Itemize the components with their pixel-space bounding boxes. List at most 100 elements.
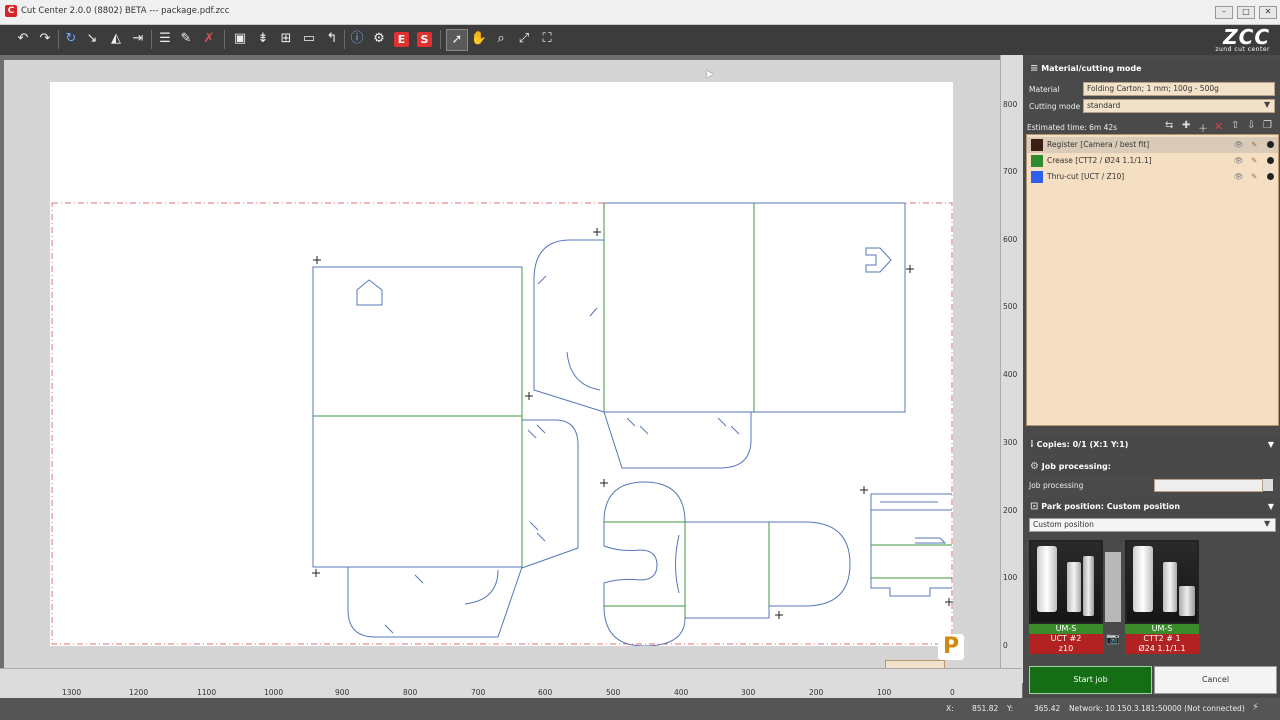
pointer-icon[interactable]: ➚: [446, 29, 468, 51]
minimize-button[interactable]: –: [1215, 6, 1233, 19]
mirror-icon[interactable]: ◭: [106, 29, 126, 49]
h-tick: 800: [403, 688, 418, 697]
h-tick: 400: [674, 688, 689, 697]
undo-icon[interactable]: ↶: [13, 29, 33, 49]
sleeve-piece: [603, 481, 851, 646]
park-position-badge[interactable]: P: [938, 634, 964, 660]
export-e-icon[interactable]: E: [394, 32, 409, 47]
layer-row[interactable]: Register [Camera / best fit] 👁 ✎: [1027, 137, 1278, 153]
park-section-title: Park position: Custom position: [1041, 502, 1181, 511]
job-processing-button[interactable]: [1263, 479, 1273, 491]
toolbar: ↶ ↷ ↻ ↘ ◭ ⇥ ☰ ✎ ✗ ▣ ⇟ ⊞ ▭ ↰ ⓘ ⚙ E S ➚ ✋ …: [0, 25, 1280, 55]
refresh-icon[interactable]: ↻: [61, 29, 81, 49]
side-flap-top: [533, 239, 605, 413]
edit-icon[interactable]: ✎: [176, 29, 196, 49]
layer-name: Register [Camera / best fit]: [1047, 140, 1150, 149]
full-icon[interactable]: ⛶: [537, 29, 557, 49]
tool-image-ctt2: [1127, 542, 1197, 622]
layer-status-dot: [1267, 173, 1274, 180]
pen-icon[interactable]: ✎: [1251, 137, 1257, 153]
layer-color-swatch: [1031, 139, 1043, 151]
move-up-icon[interactable]: ⇧: [1231, 120, 1239, 131]
export-s-icon[interactable]: S: [417, 32, 432, 47]
h-tick: 1200: [129, 688, 149, 697]
v-tick: 600: [1003, 235, 1018, 244]
layer-row[interactable]: Crease [CTT2 / Ø24 1.1/1.1] 👁 ✎: [1027, 153, 1278, 169]
mouse-cursor-icon: ➤: [704, 67, 715, 81]
material-section-header[interactable]: ≡ Material/cutting mode: [1026, 60, 1280, 78]
flap-curve: [464, 569, 499, 605]
chevron-down-icon[interactable]: ▼: [1264, 100, 1270, 109]
v-tick: 0: [1003, 641, 1008, 650]
gear-icon: ⚙: [1030, 461, 1039, 472]
layer-list: Register [Camera / best fit] 👁 ✎ Crease …: [1026, 134, 1279, 426]
material-sheet: [50, 82, 953, 646]
cancel-button[interactable]: Cancel: [1154, 666, 1277, 694]
network-status: Network: 10.150.3.181:50000 (Not connect…: [1069, 704, 1245, 713]
toolbar-separator: [58, 30, 59, 49]
bottom-flap-right: [603, 411, 752, 469]
brand-subtitle: zund cut center: [1215, 46, 1270, 53]
job-processing-header[interactable]: ⚙ Job processing:: [1026, 458, 1280, 476]
layer-row[interactable]: Thru-cut [UCT / Z10] 👁 ✎: [1027, 169, 1278, 185]
remove-layer-icon[interactable]: ✕: [1214, 120, 1223, 133]
camera-icon[interactable]: 📷: [1106, 632, 1120, 645]
tab-cutout: [865, 247, 892, 273]
park-position-select[interactable]: Custom position: [1029, 518, 1276, 532]
tool-line1: CTT2 # 1: [1143, 634, 1181, 643]
close-button[interactable]: ✕: [1259, 6, 1277, 19]
material-select[interactable]: Folding Carton; 1 mm; 100g - 500g: [1083, 82, 1275, 96]
eye-icon[interactable]: 👁: [1234, 137, 1244, 153]
layers-icon[interactable]: ⇟: [253, 29, 273, 49]
status-bar: X: 851.82 Y: 365.42 Network: 10.150.3.18…: [0, 698, 1280, 720]
move-down-icon[interactable]: ⇩: [1247, 120, 1255, 131]
chevron-down-icon[interactable]: ▼: [1264, 519, 1270, 528]
path-icon[interactable]: ↰: [322, 29, 342, 49]
fit-icon[interactable]: ⤢: [514, 29, 534, 49]
pen-icon[interactable]: ✎: [1251, 153, 1257, 169]
layer-name: Thru-cut [UCT / Z10]: [1047, 172, 1125, 181]
horizontal-ruler: 1300 1200 1100 1000 900 800 700 600 500 …: [0, 668, 1022, 699]
pen-icon[interactable]: ✎: [1251, 169, 1257, 185]
job-processing-label: Job processing: [1029, 481, 1084, 490]
h-tick: 1000: [264, 688, 284, 697]
layer-status-dot: [1267, 141, 1274, 148]
eye-icon[interactable]: 👁: [1234, 169, 1244, 185]
x-coordinate: 851.82: [972, 704, 999, 713]
maximize-button[interactable]: □: [1237, 6, 1255, 19]
split-icon[interactable]: ⊞: [276, 29, 296, 49]
settings-icon[interactable]: ⚙: [369, 29, 389, 49]
arrow-icon[interactable]: ↘: [82, 29, 102, 49]
new-layer-icon[interactable]: ＋: [1198, 120, 1208, 135]
add-layer-icon[interactable]: ✚: [1182, 120, 1190, 131]
start-job-button[interactable]: Start job: [1029, 666, 1152, 694]
copies-section-header[interactable]: ⁞ Copies: 0/1 (X:1 Y:1) ▼: [1026, 436, 1280, 454]
eye-icon[interactable]: 👁: [1234, 153, 1244, 169]
align-icon[interactable]: ☰: [155, 29, 175, 49]
park-section-header[interactable]: ⊡ Park position: Custom position ▼: [1026, 498, 1280, 516]
align-layer-icon[interactable]: ⇆: [1165, 120, 1173, 131]
redo-icon[interactable]: ↷: [35, 29, 55, 49]
copy-layer-icon[interactable]: ❐: [1263, 120, 1272, 131]
delete-icon[interactable]: ✗: [199, 29, 219, 49]
job-processing-select[interactable]: [1154, 479, 1263, 492]
hand-icon[interactable]: ✋: [469, 29, 489, 49]
cutting-mode-select[interactable]: standard: [1083, 99, 1275, 113]
v-tick: 500: [1003, 302, 1018, 311]
tool-uct[interactable]: UM-S UCT #2 z10: [1029, 540, 1103, 654]
chevron-down-icon[interactable]: ▼: [1268, 498, 1274, 516]
h-tick: 900: [335, 688, 350, 697]
select-box-icon[interactable]: ▭: [299, 29, 319, 49]
frame-icon[interactable]: ▣: [230, 29, 250, 49]
material-label: Material: [1029, 85, 1060, 94]
cut-area-border: [51, 202, 953, 645]
h-tick: 300: [741, 688, 756, 697]
flip-icon[interactable]: ⇥: [128, 29, 148, 49]
info-icon[interactable]: ⓘ: [347, 29, 367, 49]
v-tick: 100: [1003, 573, 1018, 582]
h-tick: 0: [950, 688, 955, 697]
chevron-down-icon[interactable]: ▼: [1268, 436, 1274, 454]
tool-ctt2[interactable]: UM-S CTT2 # 1 Ø24 1.1/1.1: [1125, 540, 1199, 654]
zoom-icon[interactable]: ⌕: [491, 29, 511, 49]
toolbar-separator: [224, 30, 225, 49]
